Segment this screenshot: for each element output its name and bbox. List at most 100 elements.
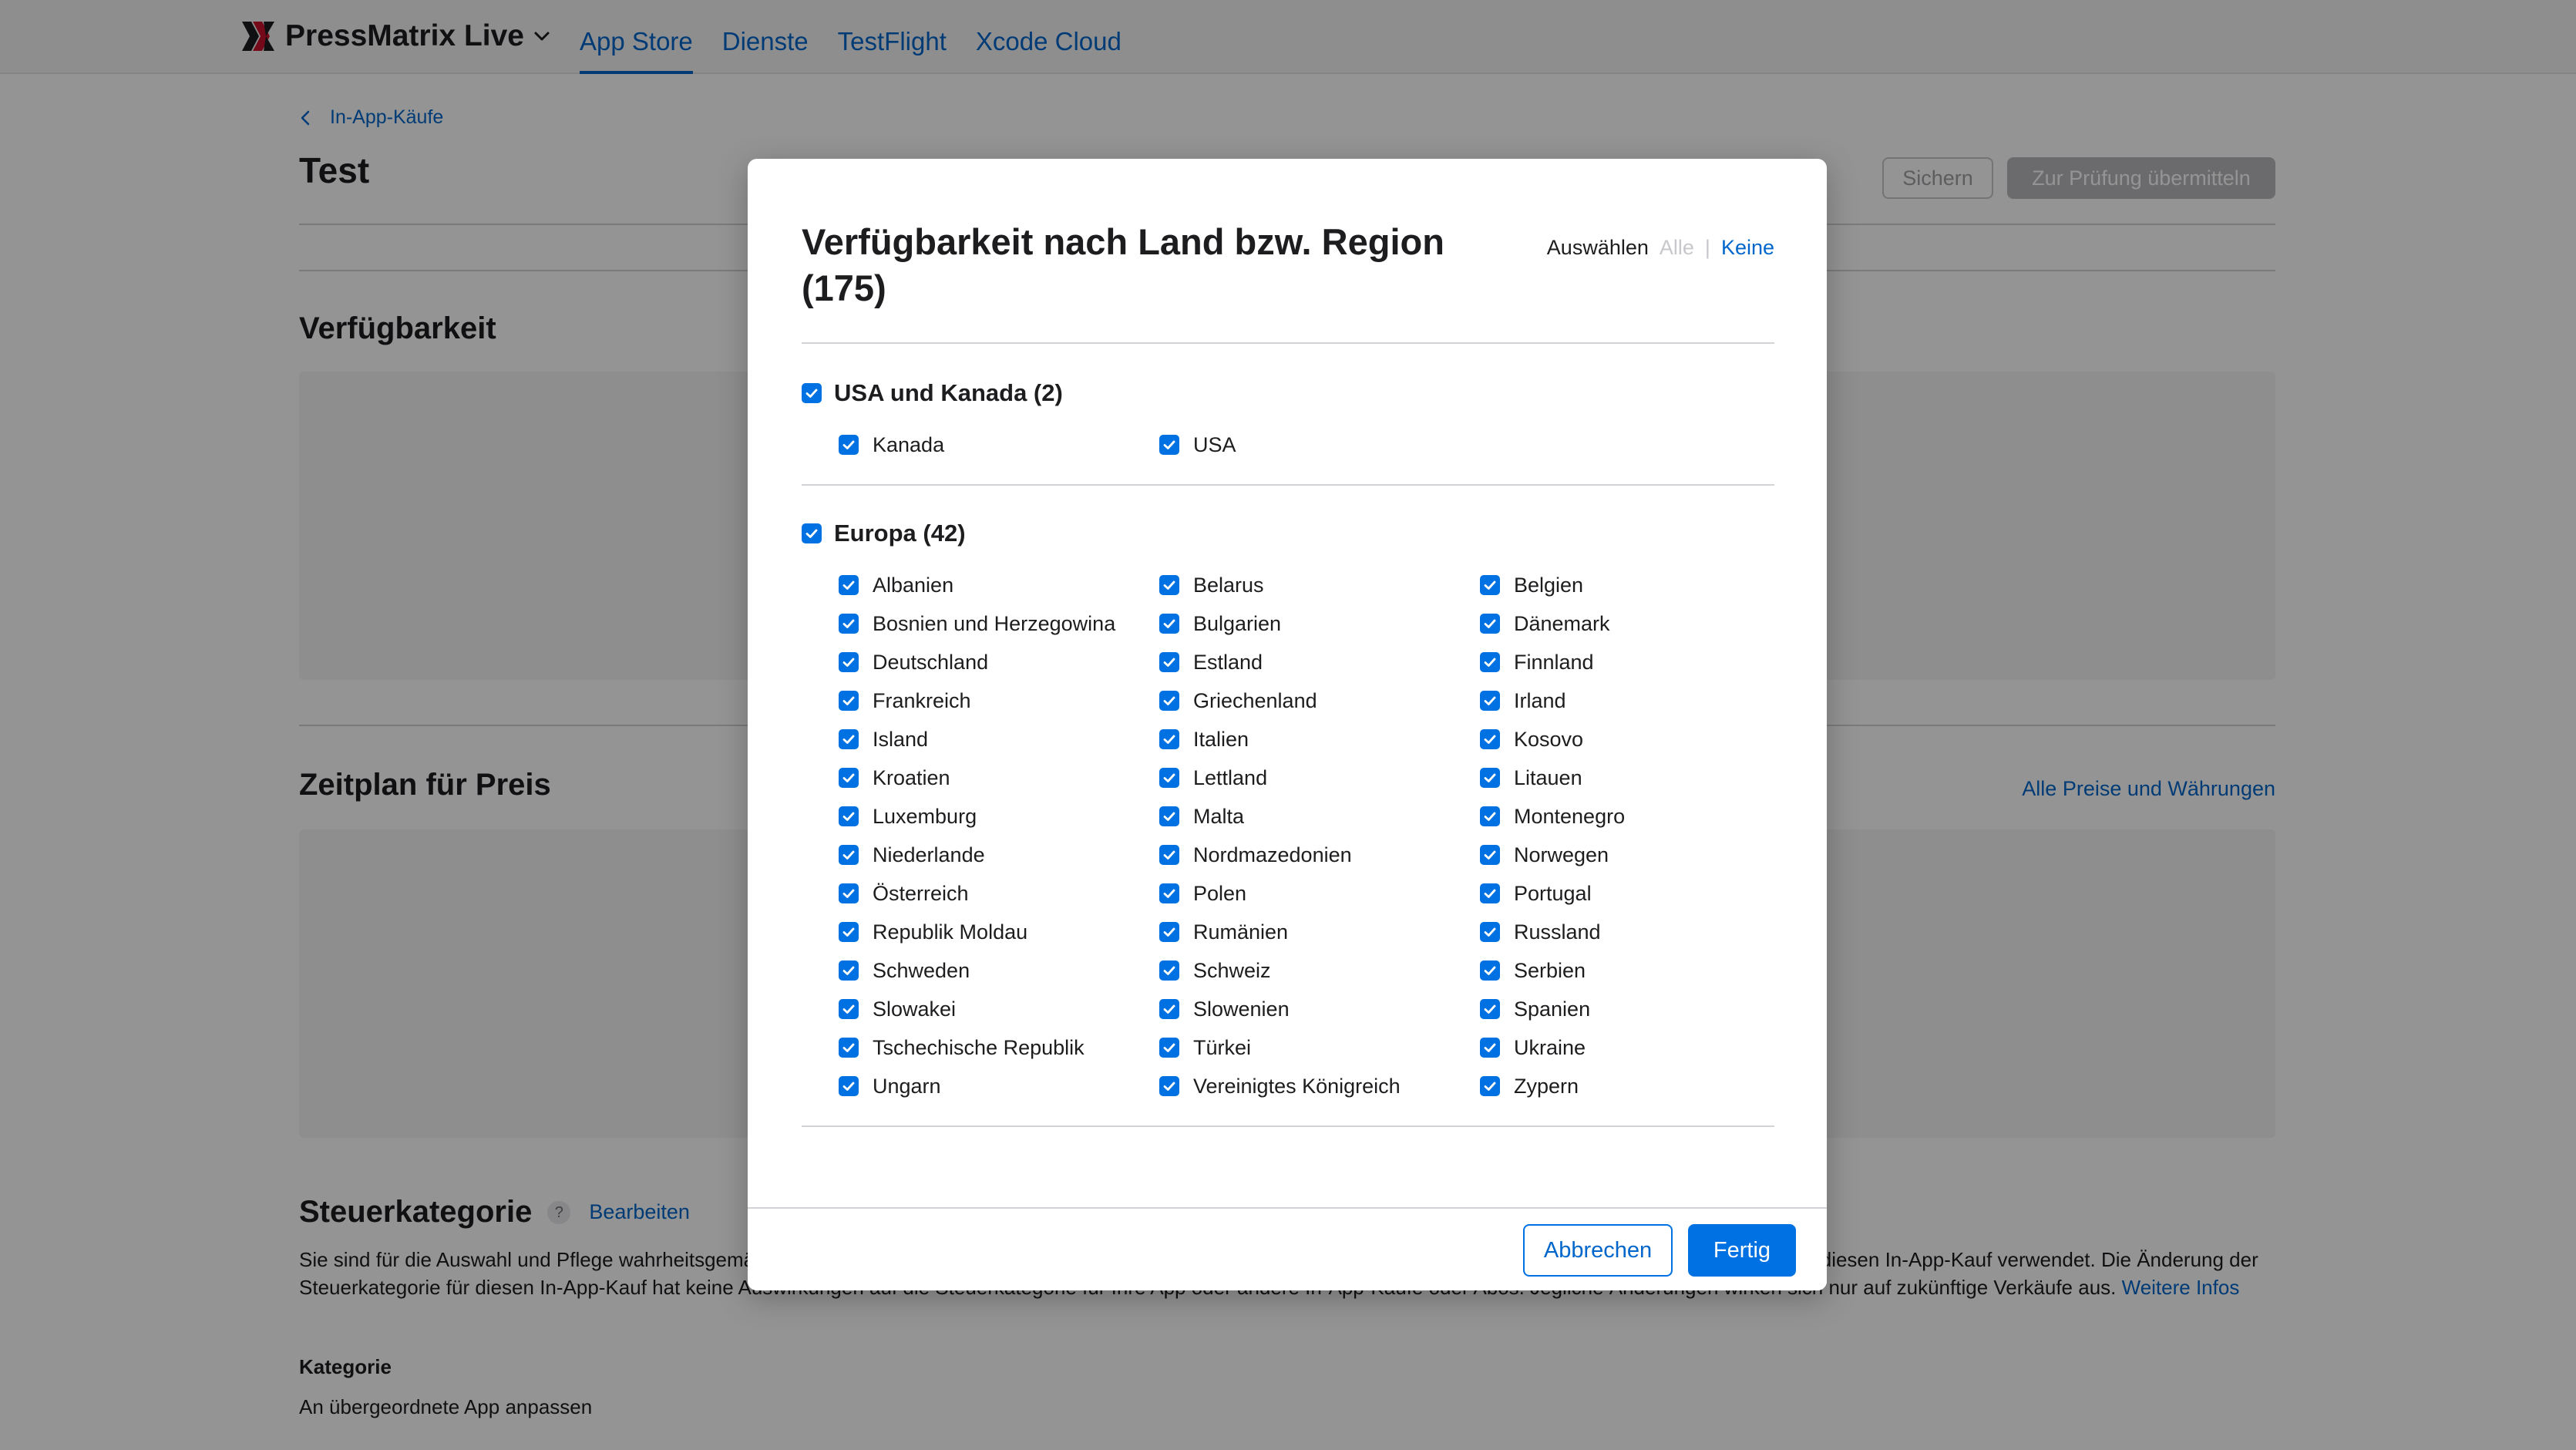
checkbox-checked-icon[interactable] <box>839 922 859 942</box>
country-option[interactable]: Kroatien <box>839 759 1159 797</box>
country-label: Montenegro <box>1514 804 1626 828</box>
country-option[interactable]: Niederlande <box>839 836 1159 874</box>
checkbox-checked-icon[interactable] <box>1480 806 1500 826</box>
country-option[interactable]: USA <box>1159 426 1480 464</box>
checkbox-checked-icon[interactable] <box>1159 768 1179 788</box>
checkbox-checked-icon[interactable] <box>1480 883 1500 903</box>
checkbox-checked-icon[interactable] <box>839 883 859 903</box>
country-option[interactable]: Schweden <box>839 951 1159 990</box>
country-label: Serbien <box>1514 958 1586 982</box>
checkbox-checked-icon[interactable] <box>839 999 859 1019</box>
checkbox-checked-icon[interactable] <box>839 652 859 672</box>
checkbox-checked-icon[interactable] <box>839 729 859 749</box>
checkbox-checked-icon[interactable] <box>839 768 859 788</box>
checkbox-checked-icon[interactable] <box>1159 883 1179 903</box>
checkbox-checked-icon[interactable] <box>1159 614 1179 634</box>
checkbox-checked-icon[interactable] <box>1159 960 1179 981</box>
checkbox-checked-icon[interactable] <box>1480 691 1500 711</box>
region-group-header[interactable]: USA und Kanada (2) <box>802 370 1774 416</box>
checkbox-checked-icon[interactable] <box>1480 960 1500 981</box>
country-option[interactable]: Luxemburg <box>839 797 1159 836</box>
country-option[interactable]: Griechenland <box>1159 681 1480 720</box>
country-option[interactable]: Deutschland <box>839 643 1159 681</box>
country-option[interactable]: Albanien <box>839 566 1159 604</box>
checkbox-checked-icon[interactable] <box>1159 1076 1179 1096</box>
country-option[interactable]: Irland <box>1480 681 1774 720</box>
country-option[interactable]: Republik Moldau <box>839 913 1159 951</box>
checkbox-checked-icon[interactable] <box>1480 614 1500 634</box>
country-option[interactable]: Tschechische Republik <box>839 1028 1159 1067</box>
checkbox-checked-icon[interactable] <box>1159 1038 1179 1058</box>
country-option[interactable]: Österreich <box>839 874 1159 913</box>
checkbox-checked-icon[interactable] <box>839 435 859 455</box>
country-option[interactable]: Slowakei <box>839 990 1159 1028</box>
checkbox-checked-icon[interactable] <box>1480 922 1500 942</box>
checkbox-checked-icon[interactable] <box>1480 652 1500 672</box>
country-option[interactable]: Frankreich <box>839 681 1159 720</box>
checkbox-checked-icon[interactable] <box>1159 999 1179 1019</box>
region-group-header[interactable]: Europa (42) <box>802 510 1774 557</box>
checkbox-checked-icon[interactable] <box>1480 845 1500 865</box>
checkbox-checked-icon[interactable] <box>1480 999 1500 1019</box>
country-option[interactable]: Schweiz <box>1159 951 1480 990</box>
checkbox-checked-icon[interactable] <box>839 614 859 634</box>
country-option[interactable]: Belgien <box>1480 566 1774 604</box>
checkbox-checked-icon[interactable] <box>1480 575 1500 595</box>
select-all-link[interactable]: Alle <box>1660 236 1694 260</box>
checkbox-checked-icon[interactable] <box>839 845 859 865</box>
country-option[interactable]: Belarus <box>1159 566 1480 604</box>
checkbox-checked-icon[interactable] <box>839 960 859 981</box>
country-option[interactable]: Estland <box>1159 643 1480 681</box>
checkbox-checked-icon[interactable] <box>1480 729 1500 749</box>
checkbox-checked-icon[interactable] <box>1480 1038 1500 1058</box>
cancel-button[interactable]: Abbrechen <box>1523 1224 1673 1277</box>
country-option[interactable]: Ungarn <box>839 1067 1159 1105</box>
country-option[interactable]: Kanada <box>839 426 1159 464</box>
checkbox-checked-icon[interactable] <box>839 691 859 711</box>
checkbox-checked-icon[interactable] <box>1159 806 1179 826</box>
checkbox-checked-icon[interactable] <box>1159 729 1179 749</box>
country-option[interactable]: Kosovo <box>1480 720 1774 759</box>
country-option[interactable]: Malta <box>1159 797 1480 836</box>
country-option[interactable]: Spanien <box>1480 990 1774 1028</box>
checkbox-checked-icon[interactable] <box>839 1076 859 1096</box>
country-option[interactable]: Zypern <box>1480 1067 1774 1105</box>
checkbox-checked-icon[interactable] <box>1480 1076 1500 1096</box>
group-checkbox-checked-icon[interactable] <box>802 383 822 403</box>
checkbox-checked-icon[interactable] <box>1159 691 1179 711</box>
done-button[interactable]: Fertig <box>1688 1224 1796 1277</box>
country-option[interactable]: Ukraine <box>1480 1028 1774 1067</box>
country-option[interactable]: Türkei <box>1159 1028 1480 1067</box>
checkbox-checked-icon[interactable] <box>839 1038 859 1058</box>
country-option[interactable]: Bulgarien <box>1159 604 1480 643</box>
country-option[interactable]: Nordmazedonien <box>1159 836 1480 874</box>
checkbox-checked-icon[interactable] <box>839 575 859 595</box>
checkbox-checked-icon[interactable] <box>1159 575 1179 595</box>
country-option[interactable]: Italien <box>1159 720 1480 759</box>
country-option[interactable]: Slowenien <box>1159 990 1480 1028</box>
country-option[interactable]: Polen <box>1159 874 1480 913</box>
country-option[interactable]: Vereinigtes Königreich <box>1159 1067 1480 1105</box>
country-option[interactable]: Serbien <box>1480 951 1774 990</box>
checkbox-checked-icon[interactable] <box>1159 435 1179 455</box>
country-option[interactable]: Rumänien <box>1159 913 1480 951</box>
checkbox-checked-icon[interactable] <box>1480 768 1500 788</box>
country-option[interactable]: Norwegen <box>1480 836 1774 874</box>
country-option[interactable]: Lettland <box>1159 759 1480 797</box>
group-checkbox-checked-icon[interactable] <box>802 523 822 543</box>
select-none-link[interactable]: Keine <box>1721 236 1774 260</box>
country-option[interactable]: Island <box>839 720 1159 759</box>
checkbox-checked-icon[interactable] <box>839 806 859 826</box>
country-option[interactable]: Portugal <box>1480 874 1774 913</box>
country-option[interactable]: Finnland <box>1480 643 1774 681</box>
country-option[interactable]: Litauen <box>1480 759 1774 797</box>
checkbox-checked-icon[interactable] <box>1159 922 1179 942</box>
checkbox-checked-icon[interactable] <box>1159 652 1179 672</box>
country-option[interactable]: Bosnien und Herzegowina <box>839 604 1159 643</box>
checkbox-checked-icon[interactable] <box>1159 845 1179 865</box>
region-list[interactable]: USA und Kanada (2) Kanada USA Europa (42) Al… <box>802 345 1774 1201</box>
country-option[interactable]: Dänemark <box>1480 604 1774 643</box>
country-label: Ukraine <box>1514 1035 1586 1059</box>
country-option[interactable]: Montenegro <box>1480 797 1774 836</box>
country-option[interactable]: Russland <box>1480 913 1774 951</box>
